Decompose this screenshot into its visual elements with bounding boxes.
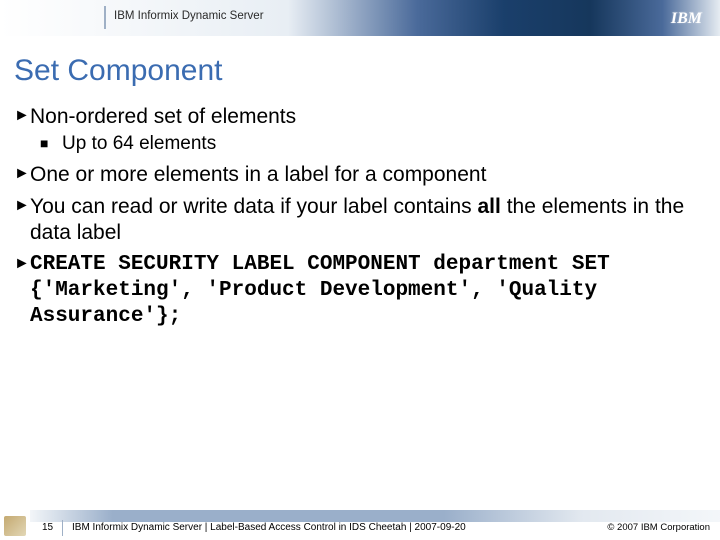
footer-text: IBM Informix Dynamic Server | Label-Base…	[72, 522, 466, 533]
sub-bullet-text: Up to 64 elements	[62, 132, 216, 156]
page-number: 15	[42, 522, 53, 533]
footer-separator	[62, 520, 63, 536]
header-product-name: IBM Informix Dynamic Server	[114, 10, 264, 22]
slide-content: ► Non-ordered set of elements ■ Up to 64…	[0, 104, 720, 330]
copyright: © 2007 IBM Corporation	[607, 522, 710, 533]
footer-background	[30, 510, 720, 522]
square-icon: ■	[40, 132, 62, 154]
slide-header: IBM Informix Dynamic Server IBM	[0, 0, 720, 36]
bullet-row: ► You can read or write data if your lab…	[6, 194, 716, 246]
triangle-icon: ►	[6, 162, 30, 186]
ibm-logo: IBM	[671, 10, 702, 28]
triangle-icon: ►	[6, 194, 30, 218]
header-separator	[104, 6, 106, 29]
slide-title: Set Component	[0, 36, 720, 98]
slide-footer: 15 IBM Informix Dynamic Server | Label-B…	[0, 510, 720, 540]
triangle-icon: ►	[6, 104, 30, 128]
triangle-icon: ►	[6, 252, 30, 276]
bullet-row: ► Non-ordered set of elements	[6, 104, 716, 130]
bullet-text: Non-ordered set of elements	[30, 104, 296, 130]
sub-bullet-row: ■ Up to 64 elements	[40, 132, 716, 156]
cheetah-icon	[4, 516, 26, 536]
code-block: CREATE SECURITY LABEL COMPONENT departme…	[30, 252, 716, 330]
bullet-row: ► One or more elements in a label for a …	[6, 162, 716, 188]
bullet-text: One or more elements in a label for a co…	[30, 162, 486, 188]
bullet-text: You can read or write data if your label…	[30, 194, 716, 246]
header-background	[0, 0, 720, 36]
bullet-row: ► CREATE SECURITY LABEL COMPONENT depart…	[6, 252, 716, 330]
